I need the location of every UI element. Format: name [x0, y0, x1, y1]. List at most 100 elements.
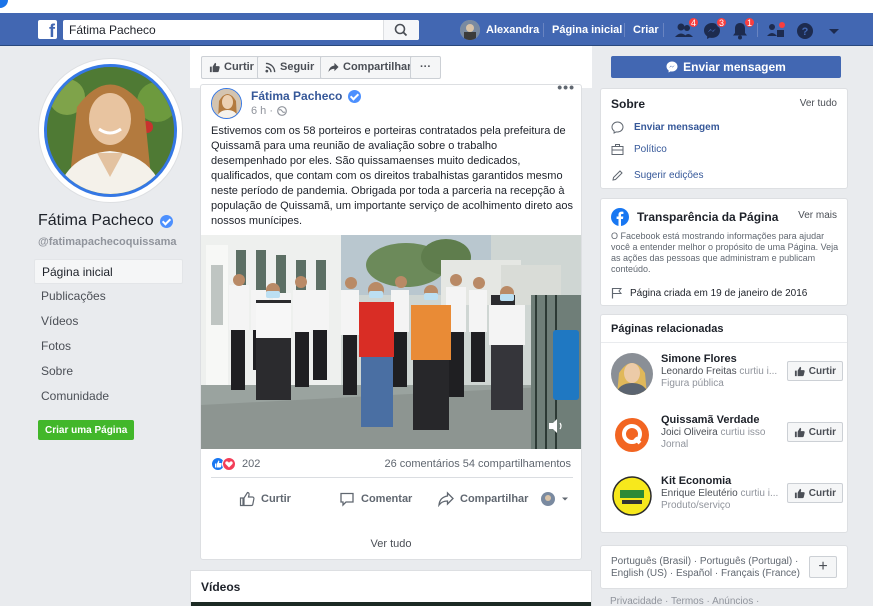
post-comment-button[interactable]: Comentar — [339, 483, 412, 515]
post-options-icon[interactable]: ••• — [557, 79, 575, 95]
post-like-button[interactable]: Curtir — [239, 483, 291, 515]
nav-item-posts[interactable]: Publicações — [34, 284, 183, 309]
related-page-like-button[interactable]: Curtir — [786, 483, 843, 503]
top-navbar: f Alexandra Página inicial Criar 4 3 1 ? — [0, 13, 873, 46]
language-options-line1[interactable]: Português (Brasil) · Português (Portugal… — [611, 556, 798, 567]
notifications-icon[interactable]: 1 — [729, 17, 755, 42]
page-nav-menu: Página inicial Publicações Vídeos Fotos … — [34, 259, 183, 409]
about-send-message-label: Enviar mensagem — [634, 122, 720, 133]
page-created-text: Página criada em 19 de janeiro de 2016 — [630, 287, 808, 299]
more-options-button[interactable]: ··· — [410, 56, 441, 79]
video-thumbnail[interactable] — [191, 602, 591, 606]
related-page-like-label: Curtir — [808, 426, 836, 438]
reactions-count: 202 — [242, 458, 261, 470]
thumbs-up-icon — [239, 491, 255, 507]
like-page-button[interactable]: Curtir — [201, 56, 262, 79]
post-author-avatar[interactable] — [211, 88, 242, 119]
related-page-like-button[interactable]: Curtir — [786, 422, 843, 442]
post-share-label: Compartilhar — [460, 493, 529, 505]
related-page-liked-by: Joici Oliveira curtiu isso — [661, 427, 779, 438]
help-icon[interactable]: ? — [794, 20, 816, 42]
shares-count[interactable]: 54 compartilhamentos — [463, 458, 571, 470]
engagement-counts: 26 comentários 54 compartilhamentos — [384, 458, 571, 470]
related-page-avatar[interactable] — [611, 414, 653, 456]
related-page-like-label: Curtir — [808, 487, 836, 499]
messenger-icon[interactable]: 3 — [701, 17, 727, 42]
messenger-icon — [611, 121, 624, 134]
about-suggest-edits-label: Sugerir edições — [634, 170, 704, 181]
videos-title[interactable]: Vídeos — [201, 580, 240, 594]
post-text: Estivemos com os 58 porteiros e porteira… — [211, 125, 573, 227]
nav-create-link[interactable]: Criar — [633, 20, 659, 40]
nav-home-link[interactable]: Página inicial — [552, 20, 622, 40]
search-box — [63, 20, 419, 40]
post-photo[interactable] — [201, 235, 581, 449]
follow-label: Seguir — [280, 61, 315, 73]
create-page-button[interactable]: Criar uma Página — [38, 420, 135, 440]
search-icon — [394, 23, 408, 37]
nav-item-about[interactable]: Sobre — [34, 359, 183, 384]
about-category[interactable]: Político — [611, 143, 667, 156]
post-author-link[interactable]: Fátima Pacheco — [251, 89, 362, 103]
transparency-see-more-link[interactable]: Ver mais — [798, 210, 837, 221]
related-page-name[interactable]: Quissamã Verdade — [661, 414, 759, 426]
about-see-all-link[interactable]: Ver tudo — [800, 98, 837, 109]
view-all-link[interactable]: Ver tudo — [190, 538, 592, 550]
comment-icon — [340, 492, 354, 507]
post-timestamp[interactable]: 6 h · — [251, 105, 287, 117]
nav-divider — [757, 23, 758, 37]
related-page-item: Kit Economia Enrique Eleutério curtiu i.… — [611, 475, 843, 519]
flag-icon — [611, 288, 623, 299]
nav-user-name: Alexandra — [486, 24, 540, 36]
quick-help-icon[interactable] — [765, 20, 787, 42]
nav-profile-link[interactable]: Alexandra — [460, 20, 539, 40]
related-page-category: Figura pública — [661, 378, 724, 389]
related-page-liked-by: Enrique Eleutério curtiu i... — [661, 488, 779, 499]
verified-badge-icon — [159, 214, 173, 228]
related-page-category: Jornal — [661, 439, 689, 450]
chevron-down-icon[interactable] — [823, 20, 845, 42]
page-handle[interactable]: @fatimapachecoquissama — [38, 236, 177, 248]
related-page-liker[interactable]: Joici Oliveira — [661, 427, 718, 438]
nav-item-home[interactable]: Página inicial — [34, 259, 183, 284]
language-options-line2[interactable]: English (US) · Español · Français (Franc… — [611, 568, 800, 579]
profile-picture[interactable] — [38, 58, 183, 203]
share-page-button[interactable]: Compartilhar — [320, 56, 420, 79]
friends-icon[interactable]: 4 — [673, 17, 699, 42]
reactions-summary[interactable]: 202 — [211, 457, 260, 471]
facebook-circle-icon — [611, 208, 629, 226]
add-language-button[interactable]: + — [809, 556, 837, 578]
search-button[interactable] — [383, 20, 419, 40]
nav-item-community[interactable]: Comunidade — [34, 384, 183, 409]
about-suggest-edits[interactable]: Sugerir edições — [611, 169, 703, 182]
share-page-label: Compartilhar — [343, 61, 412, 73]
related-page-like-label: Curtir — [808, 365, 836, 377]
facebook-logo-icon[interactable]: f — [38, 20, 57, 39]
related-page-liker[interactable]: Enrique Eleutério — [661, 488, 738, 499]
comments-count[interactable]: 26 comentários — [384, 458, 459, 470]
related-page-liker[interactable]: Leonardo Freitas — [661, 366, 737, 377]
svg-text:?: ? — [802, 26, 809, 38]
follow-button[interactable]: Seguir — [257, 56, 323, 79]
post-as-selector[interactable] — [541, 483, 569, 515]
page-title: Fátima Pacheco — [38, 212, 173, 230]
related-page-like-button[interactable]: Curtir — [786, 361, 843, 381]
related-page-name[interactable]: Kit Economia — [661, 475, 731, 487]
related-page-liked-text: curtiu i... — [737, 488, 779, 499]
footer-links[interactable]: Privacidade · Termos · Anúncios · — [610, 596, 759, 606]
search-input[interactable] — [63, 20, 383, 40]
related-page-name[interactable]: Simone Flores — [661, 353, 737, 365]
related-page-item: Simone Flores Leonardo Freitas curtiu i.… — [611, 353, 843, 397]
nav-divider — [543, 23, 544, 37]
related-page-avatar[interactable] — [611, 475, 653, 517]
avatar — [541, 492, 555, 506]
nav-item-videos[interactable]: Vídeos — [34, 309, 183, 334]
send-message-button[interactable]: Enviar mensagem — [611, 56, 841, 78]
transparency-title: Transparência da Página — [637, 210, 779, 224]
related-page-avatar[interactable] — [611, 353, 653, 395]
thumbs-up-icon — [794, 488, 805, 498]
related-page-liked-text: curtiu isso — [717, 427, 766, 438]
post-share-button[interactable]: Compartilhar — [438, 483, 528, 515]
nav-item-photos[interactable]: Fotos — [34, 334, 183, 359]
about-send-message[interactable]: Enviar mensagem — [611, 121, 720, 134]
